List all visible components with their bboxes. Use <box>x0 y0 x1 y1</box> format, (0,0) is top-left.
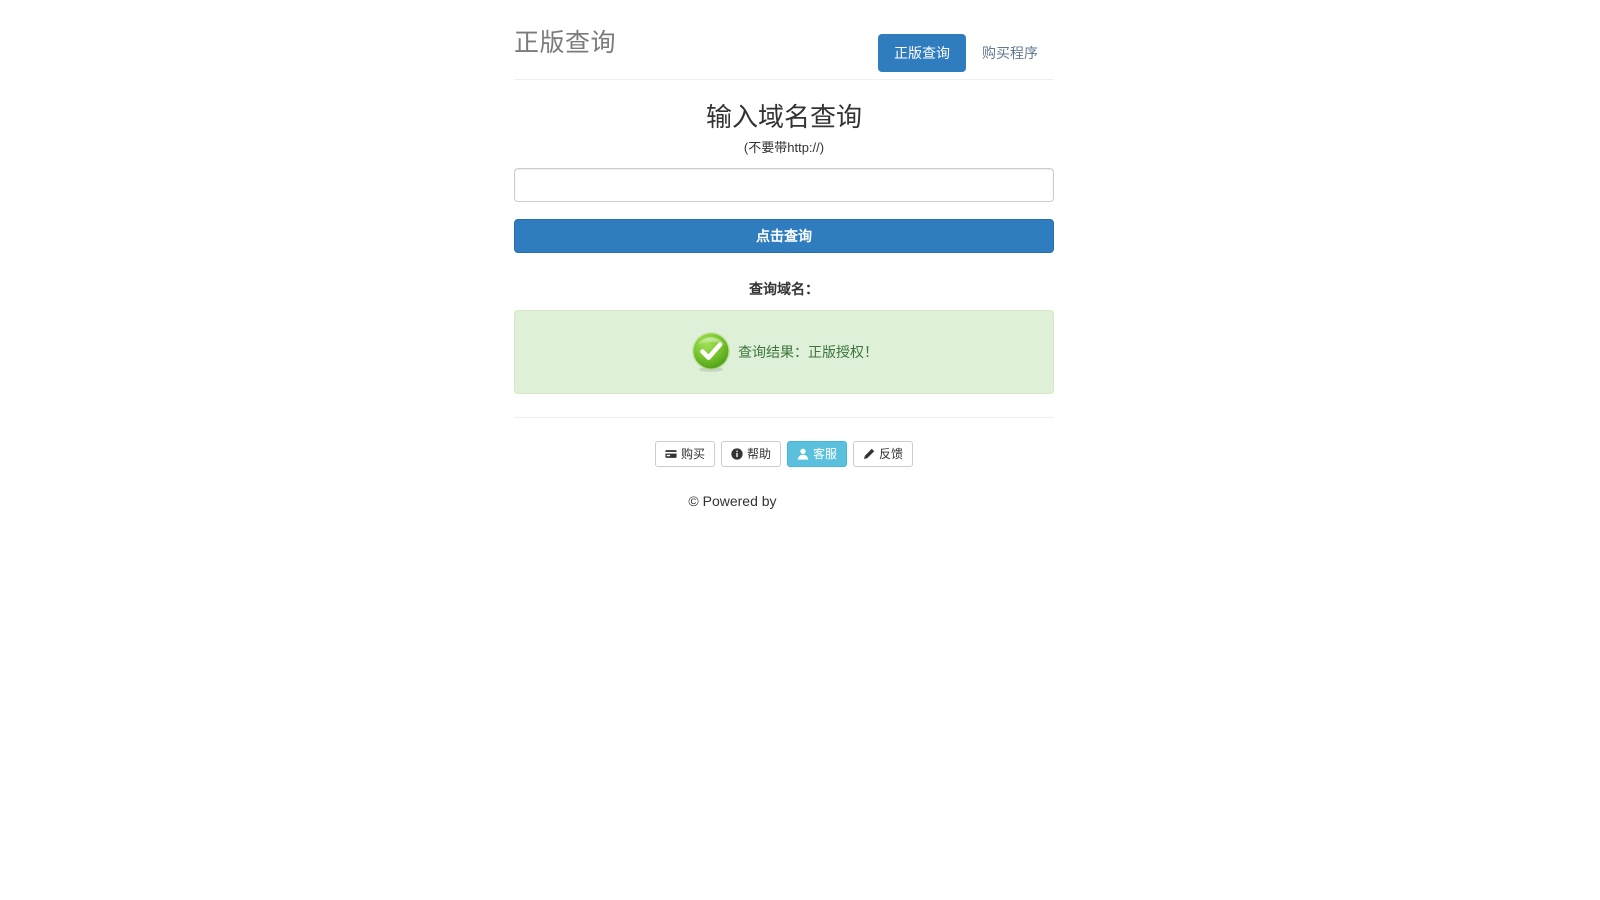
query-form: 点击查询 <box>514 157 1054 253</box>
result-text: 查询结果：正版授权！ <box>738 344 878 360</box>
result-content: 查询结果：正版授权！ <box>690 331 878 373</box>
footer-text: © Powered by <box>688 493 777 509</box>
page-title: 输入域名查询 <box>705 102 862 132</box>
buy-button[interactable]: 购买 <box>654 441 715 467</box>
nav-links: 正版查询 购买程序 <box>878 34 1054 72</box>
feedback-button-label: 反馈 <box>879 447 904 461</box>
action-toolbar: 购买 帮助 客服 反馈 <box>514 418 1054 467</box>
feedback-button[interactable]: 反馈 <box>853 441 914 467</box>
page-subtitle: (不要带http://) <box>743 140 825 155</box>
result-alert: 查询结果：正版授权！ <box>514 310 1054 394</box>
info-circle-icon <box>731 448 743 460</box>
navbar: 正版查询 正版查询 购买程序 <box>514 0 1054 80</box>
brand-title[interactable]: 正版查询 <box>514 28 616 58</box>
help-button-label: 帮助 <box>746 447 771 461</box>
nav-item-query[interactable]: 正版查询 <box>878 34 966 72</box>
nav-item-purchase[interactable]: 购买程序 <box>966 34 1054 72</box>
pencil-icon <box>863 448 875 460</box>
support-button-label: 客服 <box>813 447 838 461</box>
credit-card-icon <box>665 448 677 460</box>
page-root: 正版查询 正版查询 购买程序 输入域名查询 (不要带http://) 点击查询 … <box>0 0 1600 900</box>
user-icon <box>797 448 809 460</box>
domain-input[interactable] <box>514 168 1054 202</box>
buy-button-label: 购买 <box>680 447 705 461</box>
help-button[interactable]: 帮助 <box>720 441 781 467</box>
query-domain-label: 查询域名： <box>749 281 819 297</box>
footer: © Powered by <box>514 467 1054 511</box>
check-circle-icon <box>690 331 732 373</box>
support-button[interactable]: 客服 <box>787 441 848 467</box>
submit-query-button[interactable]: 点击查询 <box>514 219 1054 253</box>
content-container: 正版查询 正版查询 购买程序 输入域名查询 (不要带http://) 点击查询 … <box>514 0 1054 511</box>
